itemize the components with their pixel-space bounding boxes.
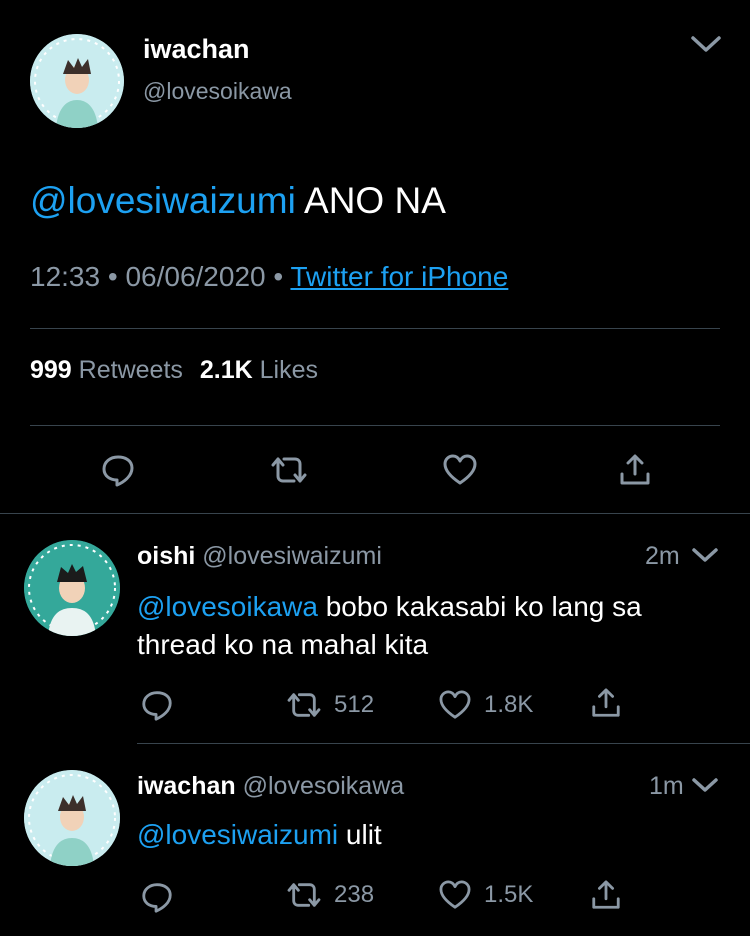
retweets-label: Retweets: [78, 356, 183, 384]
retweet-icon: [286, 690, 322, 720]
reply-age: 2m: [645, 542, 680, 570]
like-icon: [438, 880, 472, 910]
reply-body: ulit: [338, 819, 382, 850]
like-icon: [438, 690, 472, 720]
share-icon[interactable]: [618, 452, 652, 488]
retweet-button[interactable]: 512: [286, 690, 374, 720]
retweet-button[interactable]: 238: [286, 880, 374, 910]
retweet-icon[interactable]: [270, 454, 308, 486]
chevron-down-icon[interactable]: [690, 32, 722, 56]
retweet-count: 238: [334, 881, 375, 908]
meta-separator: •: [107, 261, 126, 292]
reply-handle[interactable]: @lovesiwaizumi: [202, 542, 382, 570]
reply-text: @lovesoikawa bobo kakasabi ko lang sa th…: [137, 588, 642, 664]
retweet-icon: [286, 880, 322, 910]
reply-icon[interactable]: [140, 688, 174, 722]
avatar[interactable]: [30, 34, 124, 128]
tweet-stats: 999 Retweets 2.1K Likes: [30, 356, 318, 385]
like-button[interactable]: 1.5K: [438, 880, 533, 910]
reply-text-line: thread ko na mahal kita: [137, 629, 429, 660]
divider: [0, 513, 750, 514]
reply-icon[interactable]: [100, 452, 136, 488]
tweet-source-link[interactable]: Twitter for iPhone: [290, 261, 508, 292]
avatar[interactable]: [24, 540, 120, 636]
reply-header: oishi @lovesiwaizumi: [137, 542, 382, 571]
reply-handle[interactable]: @lovesoikawa: [243, 772, 405, 800]
chevron-down-icon[interactable]: [691, 545, 719, 565]
retweet-count: 512: [334, 691, 375, 718]
like-count: 1.5K: [484, 881, 534, 908]
reply-body: bobo kakasabi ko lang sa: [317, 591, 642, 622]
like-icon[interactable]: [442, 454, 478, 486]
tweet-meta: 12:33 • 06/06/2020 • Twitter for iPhone: [30, 261, 508, 293]
meta-separator: •: [273, 261, 291, 292]
reply-display-name[interactable]: iwachan: [137, 772, 236, 800]
share-icon[interactable]: [590, 686, 622, 720]
likes-count: 2.1K: [199, 356, 253, 384]
retweets-stat[interactable]: 999 Retweets: [30, 356, 190, 384]
share-icon[interactable]: [590, 878, 622, 912]
divider: [30, 425, 720, 426]
like-button[interactable]: 1.8K: [438, 690, 533, 720]
like-count: 1.8K: [484, 691, 534, 718]
reply-age: 1m: [649, 772, 684, 800]
divider: [30, 328, 720, 329]
likes-stat[interactable]: 2.1K Likes: [200, 356, 318, 384]
reply-display-name[interactable]: oishi: [137, 542, 195, 570]
reply-text: @lovesiwaizumi ulit: [137, 816, 382, 854]
tweet-text: @lovesiwaizumi ANO NA: [30, 180, 446, 222]
author-handle[interactable]: @lovesoikawa: [143, 78, 292, 105]
likes-label: Likes: [259, 356, 318, 384]
mention-link[interactable]: @lovesoikawa: [137, 591, 318, 622]
mention-link[interactable]: @lovesiwaizumi: [30, 180, 296, 221]
tweet-body: ANO NA: [295, 180, 446, 221]
avatar[interactable]: [24, 770, 120, 866]
reply-text-line: @lovesoikawa bobo kakasabi ko lang sa: [137, 588, 642, 626]
chevron-down-icon[interactable]: [691, 775, 719, 795]
reply-header: iwachan @lovesoikawa: [137, 772, 404, 801]
reply-icon[interactable]: [140, 880, 174, 914]
retweets-count: 999: [30, 356, 72, 384]
divider: [137, 743, 750, 744]
tweet-date: 06/06/2020: [125, 261, 266, 292]
tweet-time: 12:33: [30, 261, 101, 292]
mention-link[interactable]: @lovesiwaizumi: [137, 819, 338, 850]
author-display-name[interactable]: iwachan: [143, 34, 250, 65]
